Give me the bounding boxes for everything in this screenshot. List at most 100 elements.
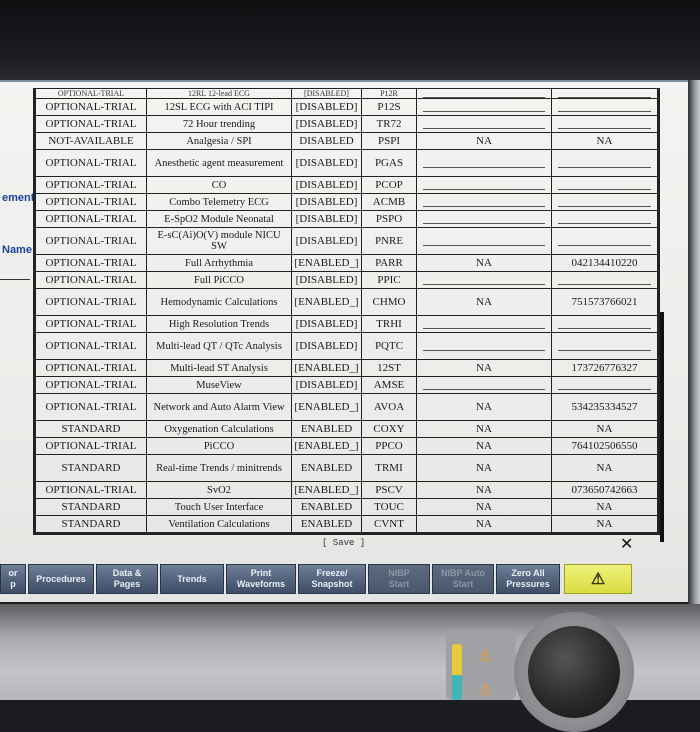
table-row[interactable]: OPTIONAL-TRIAL E-SpO2 Module Neonatal [DIS…: [34, 210, 659, 228]
option-code: PPIC: [361, 271, 417, 289]
option-status: OPTIONAL-TRIAL: [34, 227, 147, 255]
option-extra-1: NA: [416, 454, 552, 482]
softkey-7[interactable]: NIBP Auto Start: [432, 564, 494, 594]
option-extra-1: NA: [416, 393, 552, 421]
left-menu-item-name[interactable]: Name: [2, 244, 32, 256]
table-row[interactable]: OPTIONAL-TRIAL Hemodynamic Calculations [E…: [34, 288, 659, 316]
option-extra-2: NA: [551, 498, 659, 516]
option-status: STANDARD: [34, 515, 147, 534]
table-row[interactable]: OPTIONAL-TRIAL CO [DISABLED] PCOP: [34, 176, 659, 194]
option-extra-2: 042134410220: [551, 254, 659, 272]
option-extra-1: [416, 115, 552, 133]
option-code: PNRE: [361, 227, 417, 255]
option-name: CO: [146, 176, 292, 194]
softkey-1[interactable]: Procedures: [28, 564, 94, 594]
option-extra-1: NA: [416, 481, 552, 499]
option-name: Hemodynamic Calculations: [146, 288, 292, 316]
option-state: [DISABLED]: [291, 376, 362, 394]
softkey-5[interactable]: Freeze/ Snapshot: [298, 564, 366, 594]
option-name: E-SpO2 Module Neonatal: [146, 210, 292, 228]
option-extra-2: 173726776327: [551, 359, 659, 377]
option-extra-1: NA: [416, 359, 552, 377]
option-extra-1: NA: [416, 420, 552, 438]
option-extra-2: 764102506550: [551, 437, 659, 455]
option-code: COXY: [361, 420, 417, 438]
alarm-silence-icon[interactable]: ⚠: [478, 646, 492, 665]
save-button[interactable]: [ Save ]: [322, 538, 365, 548]
option-name: 72 Hour trending: [146, 115, 292, 133]
table-row[interactable]: OPTIONAL-TRIAL Multi-lead ST Analysis [ENA…: [34, 359, 659, 377]
option-extra-2: NA: [551, 420, 659, 438]
option-name: High Resolution Trends: [146, 315, 292, 333]
option-state: [DISABLED]: [291, 227, 362, 255]
option-extra-2: [551, 98, 659, 116]
option-extra-2: [551, 315, 659, 333]
option-code: AVOA: [361, 393, 417, 421]
option-name: Touch User Interface: [146, 498, 292, 516]
option-extra-2: NA: [551, 454, 659, 482]
left-menu-item-management[interactable]: ement: [2, 192, 34, 204]
option-state: [ENABLED_]: [291, 437, 362, 455]
table-row[interactable]: OPTIONAL-TRIAL Multi-lead QT / QTc Analys…: [34, 332, 659, 360]
table-row[interactable]: OPTIONAL-TRIAL E-sC(Ai)O(V) module NICU S…: [34, 227, 659, 255]
option-code: PCOP: [361, 176, 417, 194]
option-extra-1: [416, 315, 552, 333]
table-row[interactable]: OPTIONAL-TRIAL 12SL ECG with ACI TIPI [DIS…: [34, 98, 659, 116]
table-row[interactable]: OPTIONAL-TRIAL High Resolution Trends [DIS…: [34, 315, 659, 333]
alarm-light-strip: [452, 644, 462, 700]
option-status: NOT-AVAILABLE: [34, 132, 147, 150]
option-extra-2: [551, 149, 659, 177]
option-status: OPTIONAL-TRIAL: [34, 193, 147, 211]
option-extra-2: [551, 115, 659, 133]
softkey-8[interactable]: Zero All Pressures: [496, 564, 560, 594]
option-status: OPTIONAL-TRIAL: [34, 271, 147, 289]
trim-knob[interactable]: [528, 626, 620, 718]
table-row[interactable]: STANDARD Ventilation Calculations ENABLED C…: [34, 515, 659, 534]
table-row[interactable]: OPTIONAL-TRIAL Anesthetic agent measureme…: [34, 149, 659, 177]
softkey-2[interactable]: Data & Pages: [96, 564, 158, 594]
option-extra-1: NA: [416, 288, 552, 316]
option-state: [DISABLED]: [291, 315, 362, 333]
option-status: OPTIONAL-TRIAL: [34, 149, 147, 177]
option-extra-1: [416, 332, 552, 360]
table-row[interactable]: OPTIONAL-TRIAL 72 Hour trending [DISABLED]…: [34, 115, 659, 133]
softkey-0[interactable]: or p: [0, 564, 26, 594]
table-row[interactable]: OPTIONAL-TRIAL PiCCO [ENABLED_] PPCO NA 76410…: [34, 437, 659, 455]
alarm-softkey[interactable]: ⚠: [564, 564, 632, 594]
table-row[interactable]: NOT-AVAILABLE Analgesia / SPI DISABLED PSPI…: [34, 132, 659, 150]
softkey-6[interactable]: NIBP Start: [368, 564, 430, 594]
softkey-3[interactable]: Trends: [160, 564, 224, 594]
table-row[interactable]: OPTIONAL-TRIAL MuseView [DISABLED] AMSE: [34, 376, 659, 394]
option-extra-1: NA: [416, 132, 552, 150]
option-name: Analgesia / SPI: [146, 132, 292, 150]
option-state: [ENABLED_]: [291, 393, 362, 421]
option-extra-1: [416, 149, 552, 177]
option-code: TRHI: [361, 315, 417, 333]
table-scrollbar[interactable]: [660, 312, 664, 542]
table-row[interactable]: STANDARD Real-time Trends / minitrends ENA…: [34, 454, 659, 482]
option-status: STANDARD: [34, 454, 147, 482]
softkey-4[interactable]: Print Waveforms: [226, 564, 296, 594]
table-row[interactable]: OPTIONAL-TRIAL SvO2 [ENABLED_] PSCV NA 073650…: [34, 481, 659, 499]
softkey-bar: or p Procedures Data & Pages Trends Print Wa…: [0, 564, 640, 598]
option-extra-2: NA: [551, 132, 659, 150]
close-icon[interactable]: ✕: [620, 534, 633, 553]
table-row[interactable]: STANDARD Oxygenation Calculations ENABLED C…: [34, 420, 659, 438]
table-row[interactable]: OPTIONAL-TRIAL Full PiCCO [DISABLED] PPIC: [34, 271, 659, 289]
table-row[interactable]: STANDARD Touch User Interface ENABLED TOUC N…: [34, 498, 659, 516]
table-row[interactable]: OPTIONAL-TRIAL Full Arrhythmia [ENABLED_] P…: [34, 254, 659, 272]
option-state: ENABLED: [291, 515, 362, 534]
table-row[interactable]: OPTIONAL-TRIAL Network and Auto Alarm Vie…: [34, 393, 659, 421]
option-extra-2: [551, 271, 659, 289]
option-state: [ENABLED_]: [291, 359, 362, 377]
option-extra-1: [416, 98, 552, 116]
option-state: [DISABLED]: [291, 271, 362, 289]
option-name: Real-time Trends / minitrends: [146, 454, 292, 482]
option-name: Combo Telemetry ECG: [146, 193, 292, 211]
option-extra-2: 751573766021: [551, 288, 659, 316]
option-status: OPTIONAL-TRIAL: [34, 393, 147, 421]
option-code: TOUC: [361, 498, 417, 516]
table-row[interactable]: OPTIONAL-TRIAL Combo Telemetry ECG [DISABL…: [34, 193, 659, 211]
option-extra-1: [416, 193, 552, 211]
option-status: OPTIONAL-TRIAL: [34, 98, 147, 116]
